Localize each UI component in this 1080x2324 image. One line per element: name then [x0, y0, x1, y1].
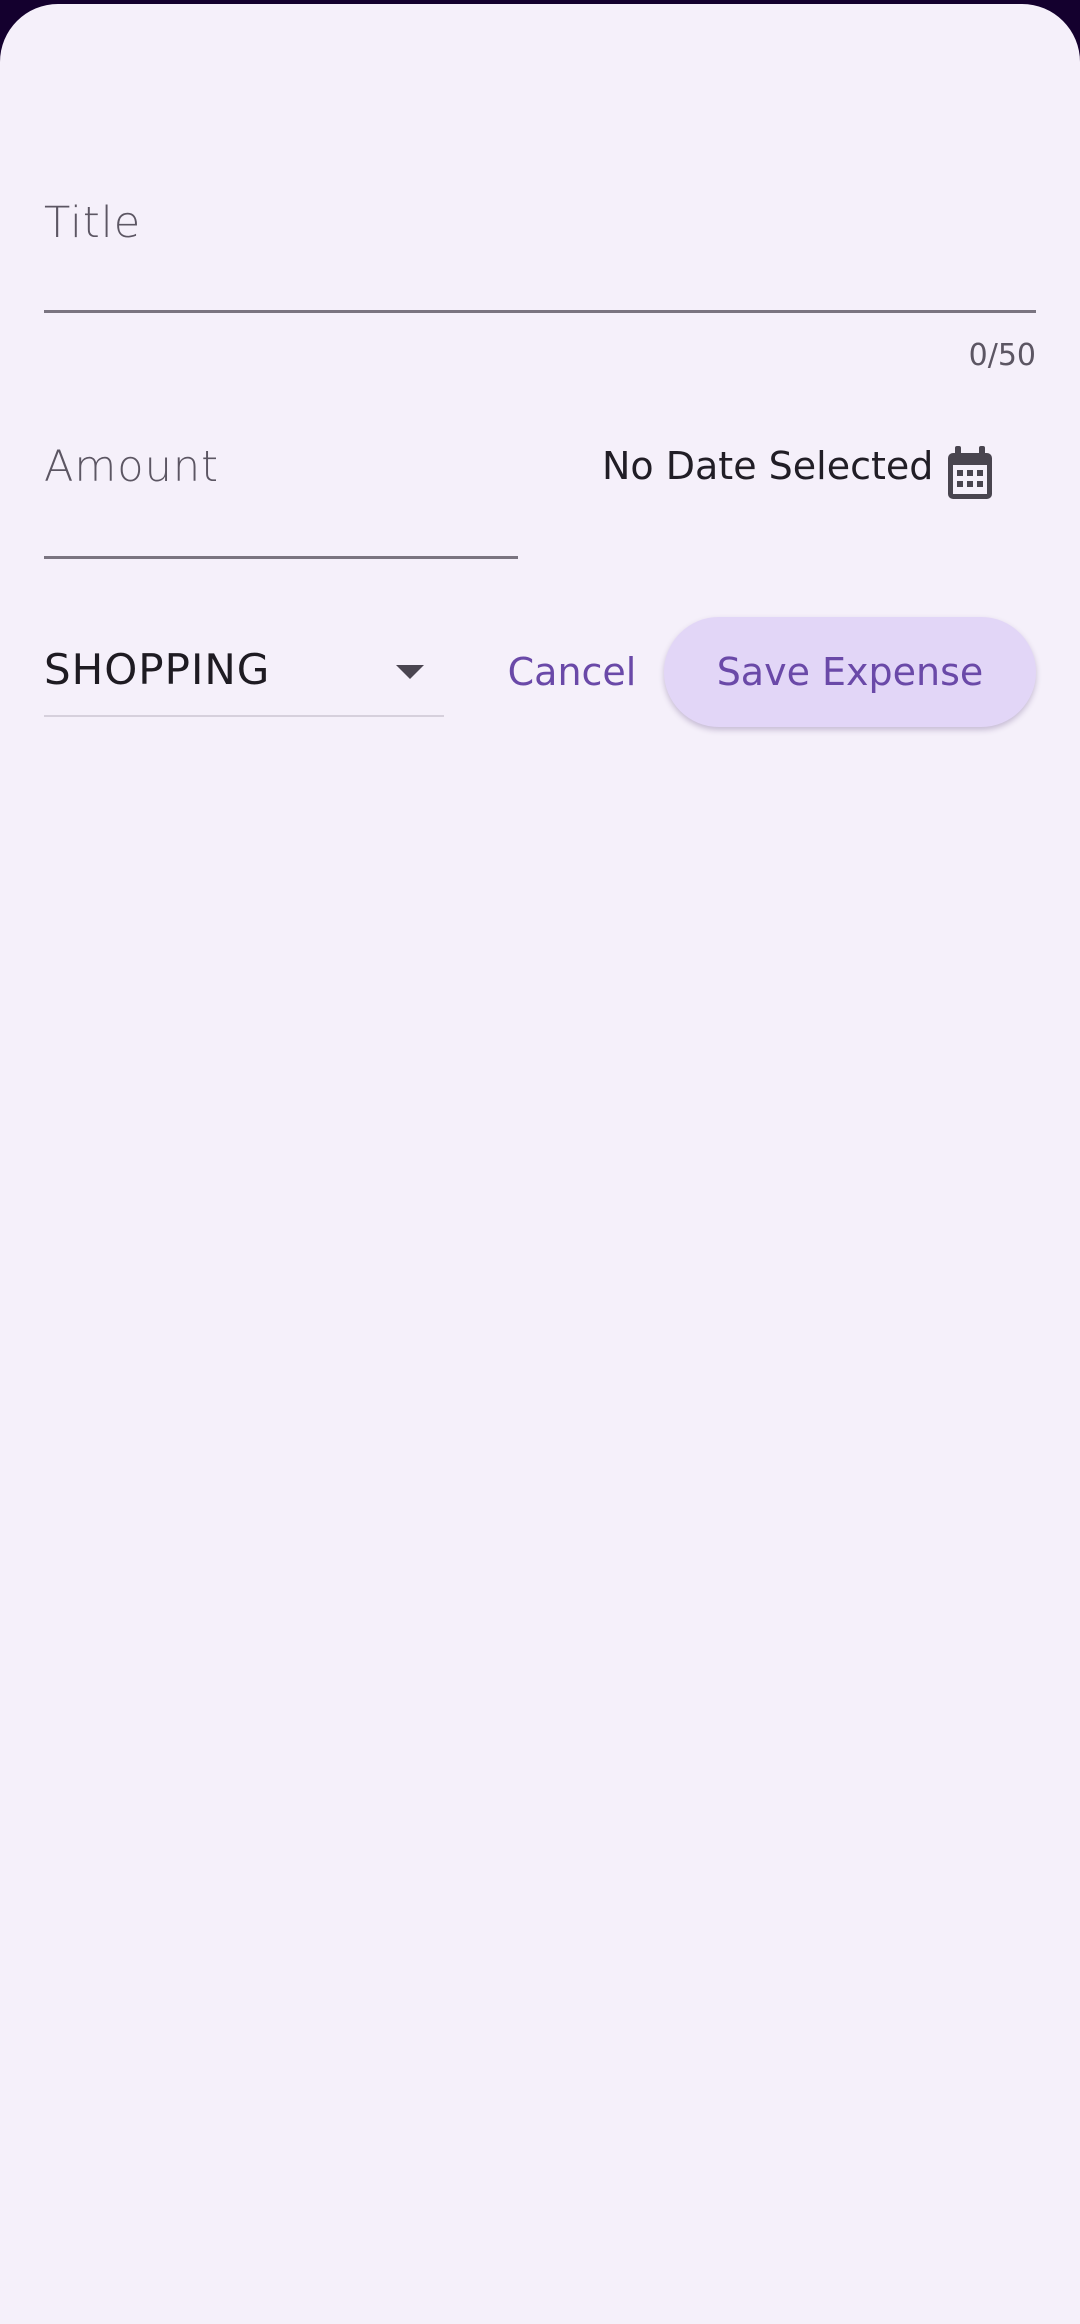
- amount-field-underline: [44, 556, 518, 559]
- title-field-label: Title: [44, 198, 142, 248]
- title-char-counter: 0/50: [968, 338, 1036, 373]
- cancel-button[interactable]: Cancel: [492, 629, 652, 715]
- pick-date-button[interactable]: [928, 432, 1012, 516]
- dropdown-arrow-icon: [396, 665, 424, 679]
- bottom-sheet: Title 0/50 Amount No Date Selected SHOPP…: [0, 4, 1080, 2324]
- calendar-icon: [948, 446, 992, 499]
- save-expense-button[interactable]: Save Expense: [664, 617, 1036, 727]
- category-dropdown[interactable]: SHOPPING: [44, 629, 444, 717]
- title-field-underline: [44, 310, 1036, 313]
- category-dropdown-value: SHOPPING: [44, 645, 271, 694]
- selected-date-text: No Date Selected: [602, 444, 934, 488]
- amount-field-label: Amount: [44, 442, 219, 492]
